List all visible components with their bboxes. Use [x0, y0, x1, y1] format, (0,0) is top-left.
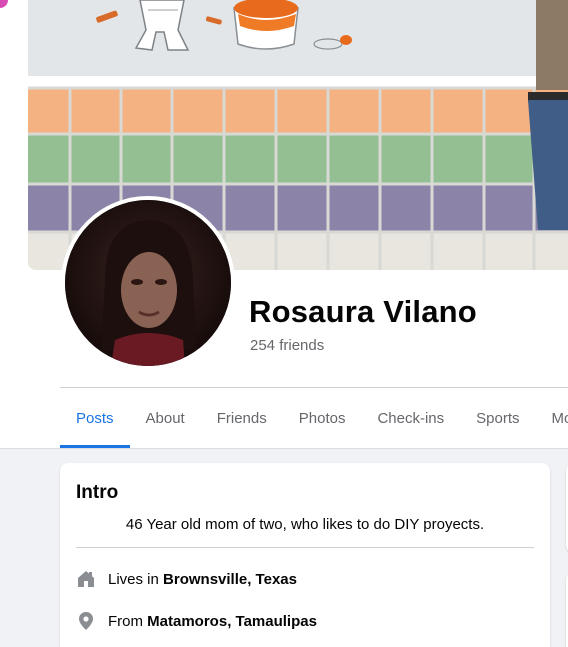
tab-about[interactable]: About [130, 389, 201, 447]
intro-card: Intro 46 Year old mom of two, who likes … [60, 463, 550, 647]
tab-check-ins[interactable]: Check-ins [361, 389, 460, 447]
lives-in-prefix: Lives in [108, 570, 159, 588]
from-prefix: From [108, 612, 143, 630]
avatar-image [65, 200, 231, 366]
from-value[interactable]: Matamoros, Tamaulipas [147, 613, 317, 630]
intro-title: Intro [76, 482, 119, 503]
intro-bio: 46 Year old mom of two, who likes to do … [125, 516, 485, 533]
profile-page: Rosaura Vilano 254 friends Posts About F… [0, 0, 568, 647]
profile-header: Rosaura Vilano 254 friends Posts About F… [0, 0, 568, 449]
header-bottom-line [0, 448, 568, 449]
from-row: From Matamoros, Tamaulipas [76, 611, 317, 631]
header-divider [60, 387, 568, 388]
tab-friends[interactable]: Friends [201, 389, 283, 447]
lives-in-value[interactable]: Brownsville, Texas [163, 571, 297, 588]
location-pin-icon [76, 611, 96, 631]
profile-tabs: Posts About Friends Photos Check-ins Spo… [60, 389, 568, 449]
tab-posts[interactable]: Posts [60, 389, 130, 448]
friends-count[interactable]: 254 friends [250, 337, 324, 354]
tab-photos[interactable]: Photos [283, 389, 362, 447]
tab-more[interactable]: Mo [536, 389, 568, 447]
tab-sports[interactable]: Sports [460, 389, 535, 447]
avatar[interactable] [65, 200, 231, 366]
intro-divider [76, 547, 534, 548]
decorative-blob [0, 0, 8, 8]
home-icon [76, 569, 96, 589]
profile-name: Rosaura Vilano [249, 294, 477, 329]
lives-in-row: Lives in Brownsville, Texas [76, 569, 297, 589]
